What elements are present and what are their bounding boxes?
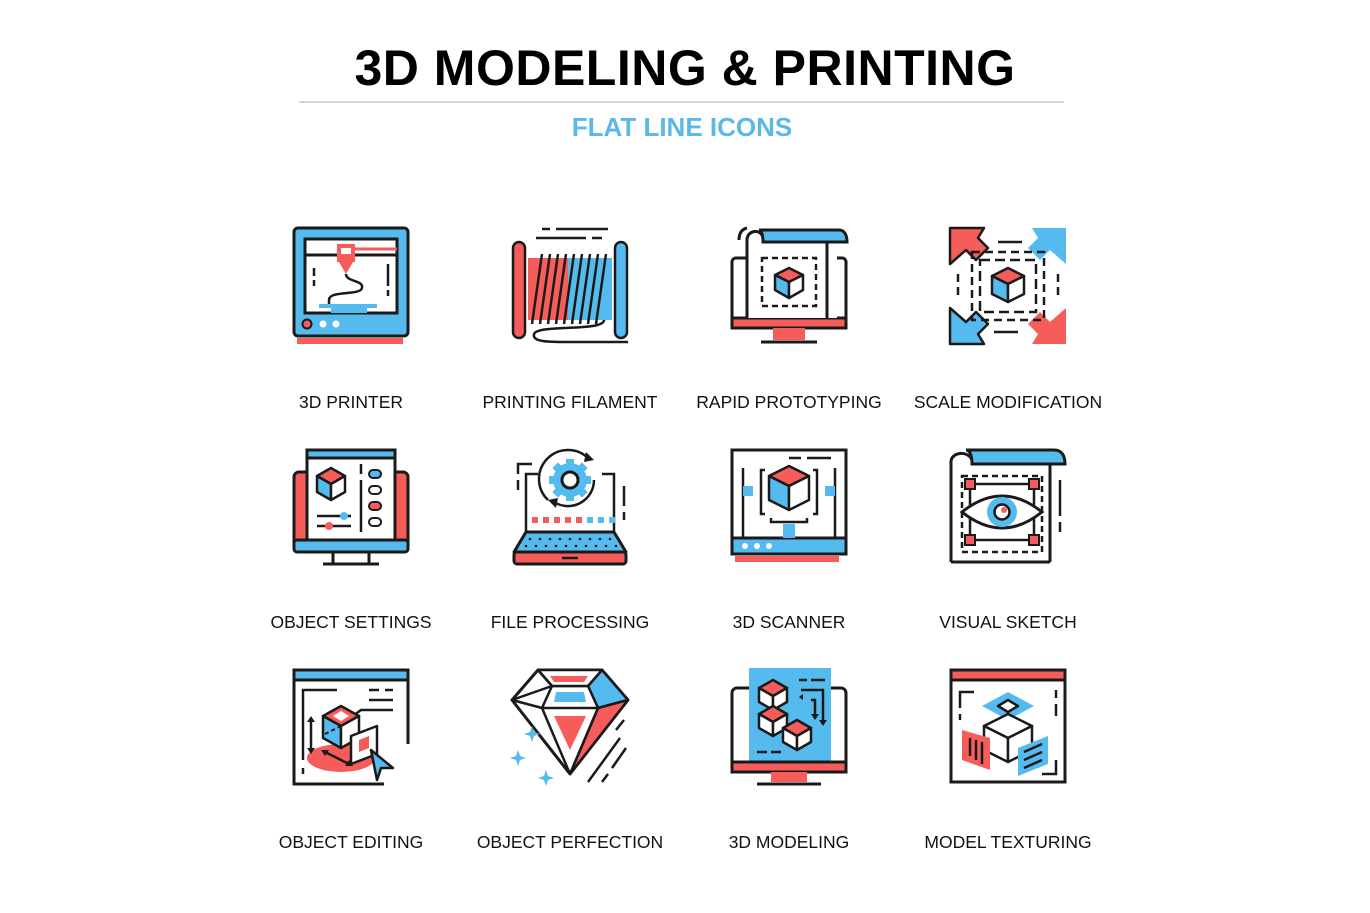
icon-label: FILE PROCESSING [490,612,650,632]
icon-label: OBJECT EDITING [278,832,424,852]
scale-arrows-icon [948,226,1066,346]
model-texturing-icon [949,668,1067,784]
page-title: 3D MODELING & PRINTING [354,40,1016,96]
icon-label: PRINTING FILAMENT [482,392,658,412]
file-processing-laptop-icon [512,448,628,566]
icon-label: VISUAL SKETCH [939,612,1077,632]
diamond-icon [510,668,630,786]
icon-label: OBJECT PERFECTION [476,832,664,852]
3d-scanner-icon [730,448,848,562]
filament-spool-icon [511,227,629,344]
visual-sketch-eye-icon [949,448,1067,564]
3d-printer-icon [292,226,410,344]
3d-modeling-cubes-icon [730,668,848,786]
prototyping-monitor-icon [730,226,849,344]
page-subtitle: FLAT LINE ICONS [571,112,793,142]
object-editing-icon [292,668,410,786]
icon-label: SCALE MODIFICATION [913,392,1103,412]
icon-label: 3D SCANNER [732,612,846,632]
icon-label: MODEL TEXTURING [924,832,1092,852]
object-settings-icon [292,448,410,566]
title-divider [299,101,1064,103]
icon-label: RAPID PROTOTYPING [696,392,882,412]
icon-label: OBJECT SETTINGS [270,612,432,632]
icon-label: 3D MODELING [728,832,850,852]
icon-label: 3D PRINTER [298,392,404,412]
